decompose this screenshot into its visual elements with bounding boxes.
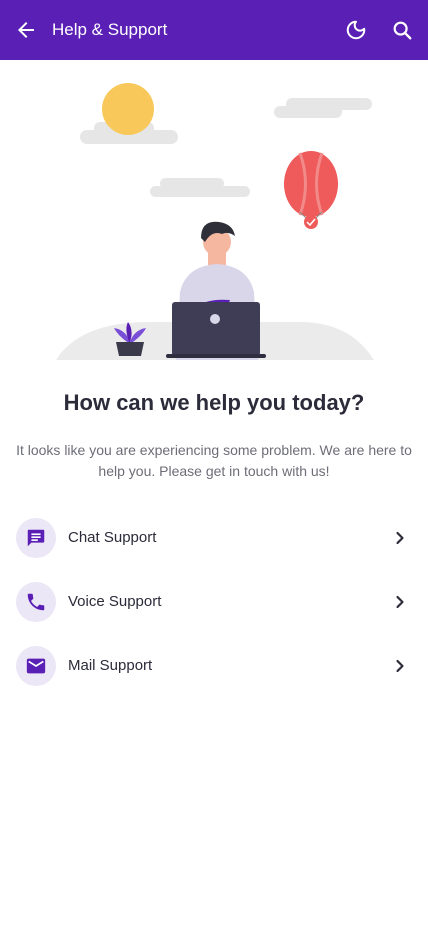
phone-icon-circle bbox=[16, 582, 56, 622]
mail-icon bbox=[26, 658, 46, 674]
voice-support-label: Voice Support bbox=[68, 593, 162, 610]
mail-icon-circle bbox=[16, 646, 56, 686]
back-button[interactable] bbox=[10, 14, 42, 46]
app-bar: Help & Support bbox=[0, 0, 428, 60]
support-illustration bbox=[56, 83, 374, 360]
arrow-back-icon bbox=[18, 22, 34, 38]
chevron-right-icon bbox=[388, 526, 412, 550]
moon-icon bbox=[346, 20, 366, 40]
theme-toggle-button[interactable] bbox=[340, 14, 372, 46]
help-description: It looks like you are experiencing some … bbox=[16, 442, 412, 479]
sun-shape bbox=[102, 83, 154, 135]
page-title: Help & Support bbox=[52, 20, 168, 39]
phone-icon bbox=[27, 593, 45, 611]
help-heading: How can we help you today? bbox=[63, 390, 365, 415]
chevron-right-icon bbox=[388, 654, 412, 678]
chat-support-item[interactable]: Chat Support bbox=[0, 518, 428, 574]
chat-icon-circle bbox=[16, 518, 56, 558]
mail-support-item[interactable]: Mail Support bbox=[0, 646, 428, 702]
search-icon bbox=[393, 21, 412, 40]
mail-support-label: Mail Support bbox=[68, 657, 153, 674]
chat-icon bbox=[27, 529, 45, 547]
balloon-shape bbox=[284, 151, 338, 229]
laptop-shape bbox=[166, 302, 266, 358]
voice-support-item[interactable]: Voice Support bbox=[0, 582, 428, 638]
search-button[interactable] bbox=[386, 14, 418, 46]
chat-support-label: Chat Support bbox=[68, 529, 157, 546]
chevron-right-icon bbox=[388, 590, 412, 614]
